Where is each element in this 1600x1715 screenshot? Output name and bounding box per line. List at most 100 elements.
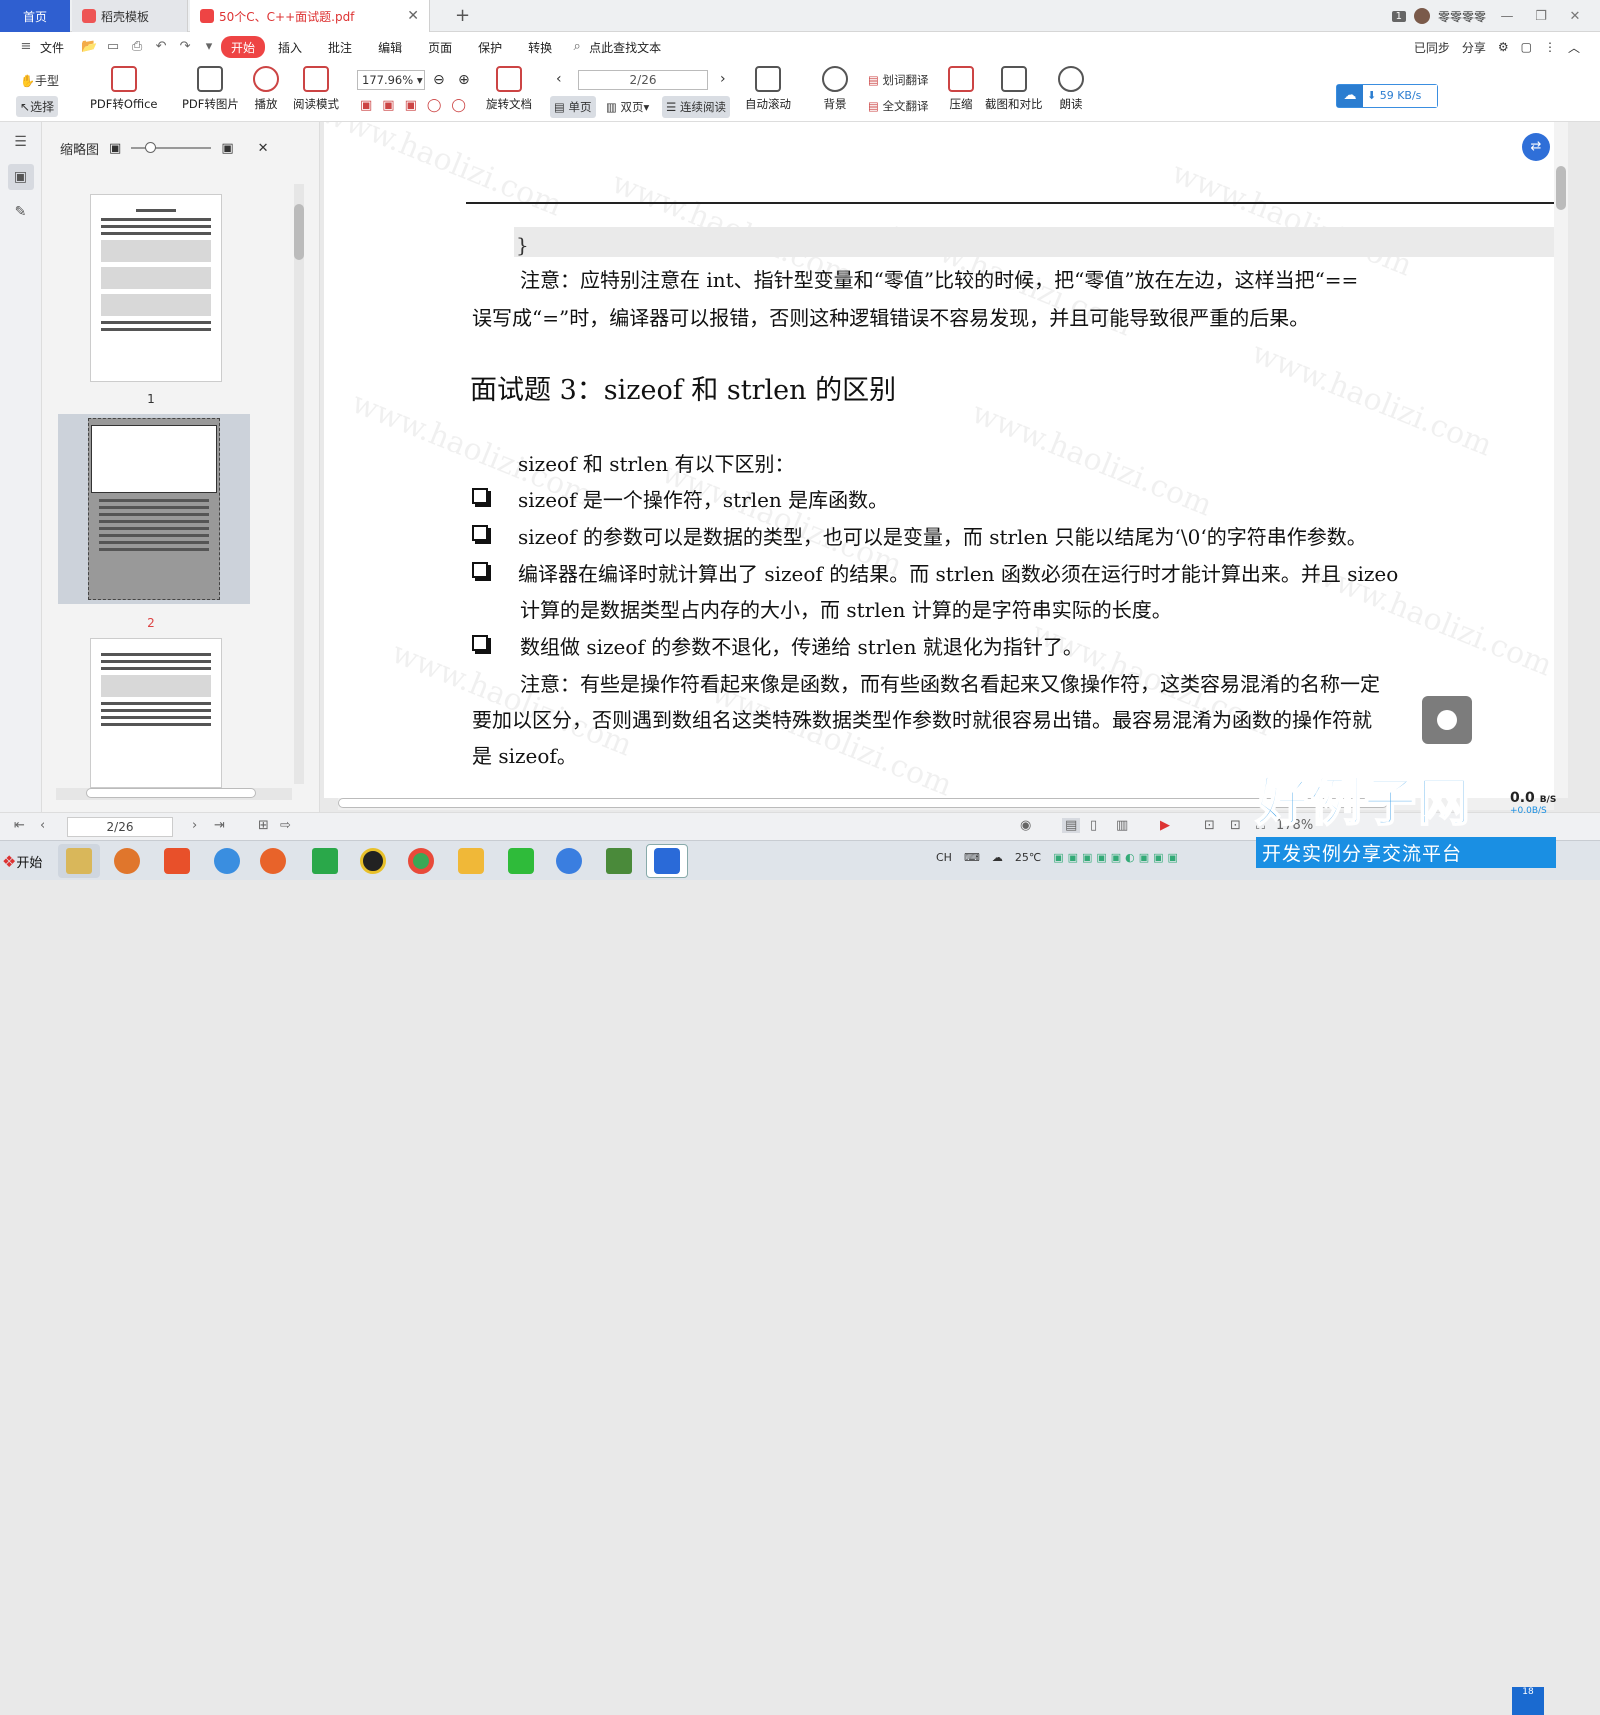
menu-start[interactable]: 开始 bbox=[221, 36, 266, 58]
select-tool[interactable]: ↖选择 bbox=[16, 96, 59, 117]
menu-page[interactable]: 页面 bbox=[415, 36, 465, 58]
tray-app-icons[interactable]: ▣▣▣▣▣◐▣▣▣ bbox=[1053, 851, 1182, 864]
window-count-badge[interactable]: 1 bbox=[1391, 10, 1406, 22]
fit-icons[interactable]: ▣▣▣◯◯ bbox=[360, 98, 476, 113]
start-button[interactable]: ❖ 开始 bbox=[2, 847, 42, 875]
menu-protect[interactable]: 保护 bbox=[465, 36, 515, 58]
app-green[interactable] bbox=[304, 844, 346, 878]
clock[interactable]: 18 bbox=[1512, 1687, 1544, 1715]
page-thumbnail-1[interactable] bbox=[90, 194, 222, 382]
next-page-icon[interactable]: › bbox=[720, 71, 726, 87]
floating-tool-button[interactable] bbox=[1422, 696, 1472, 744]
play-button[interactable]: 播放 bbox=[253, 66, 279, 112]
weather-icon[interactable]: ☁ bbox=[992, 851, 1003, 864]
next-page-icon[interactable]: › bbox=[192, 818, 197, 833]
full-translate-button[interactable]: ▤ 全文翻译 bbox=[868, 98, 929, 114]
menu-annotate[interactable]: 批注 bbox=[315, 36, 365, 58]
collapse-icon[interactable]: ︿ bbox=[1568, 39, 1580, 56]
thumbnail-icon[interactable]: ▣ bbox=[7, 164, 34, 190]
zoom-select[interactable]: 177.96% ▾ bbox=[357, 70, 425, 90]
screenshot-compare-button[interactable]: 截图和对比 bbox=[985, 66, 1043, 112]
menu-file[interactable]: 文件 bbox=[38, 36, 77, 58]
read-mode-button[interactable]: 阅读模式 bbox=[293, 66, 339, 112]
print-icon[interactable]: ⎙ bbox=[129, 39, 145, 55]
add-bookmark-icon[interactable]: ⊞ bbox=[258, 818, 269, 833]
redo-icon[interactable]: ↷ bbox=[177, 39, 193, 55]
page-input[interactable]: 2/26 bbox=[578, 70, 708, 90]
outline-icon[interactable]: ☰ bbox=[8, 129, 34, 155]
small-thumb-icon[interactable]: ▣ bbox=[109, 141, 121, 156]
menu-convert[interactable]: 转换 bbox=[515, 36, 565, 58]
comment-icon[interactable]: ▢ bbox=[1521, 40, 1532, 54]
prev-page-icon[interactable]: ‹ bbox=[40, 818, 45, 833]
baidu-netdisk-app[interactable] bbox=[206, 844, 248, 878]
pdf-to-office-button[interactable]: PDF转Office bbox=[90, 66, 157, 112]
compress-button[interactable]: 压缩 bbox=[948, 66, 974, 112]
annotation-icon[interactable]: ✎ bbox=[8, 199, 34, 225]
double-page-button[interactable]: ▥ 双页 ▾ bbox=[602, 96, 653, 118]
hamburger-icon[interactable]: ≡ bbox=[18, 39, 34, 55]
document-scrollbar[interactable] bbox=[1554, 122, 1568, 798]
tab-template[interactable]: 稻壳模板 bbox=[72, 0, 188, 32]
translate-float-icon[interactable]: ⇄ bbox=[1522, 133, 1550, 161]
app-yellow[interactable] bbox=[352, 844, 394, 878]
temperature[interactable]: 25℃ bbox=[1015, 851, 1041, 864]
search-text-input[interactable]: 点此查找文本 bbox=[589, 36, 674, 58]
close-tab-icon[interactable]: ✕ bbox=[407, 8, 419, 24]
share-button[interactable]: 分享 bbox=[1462, 39, 1486, 56]
close-window-icon[interactable]: ✕ bbox=[1562, 9, 1588, 24]
minimize-icon[interactable]: — bbox=[1494, 9, 1520, 24]
settings-icon[interactable]: ⚙ bbox=[1498, 40, 1509, 54]
file-explorer-app[interactable] bbox=[58, 844, 100, 878]
fit-width-icon[interactable]: ⊡ bbox=[1204, 818, 1215, 833]
page-view-icon[interactable]: ▯ bbox=[1090, 818, 1097, 833]
read-aloud-button[interactable]: 朗读 bbox=[1058, 66, 1084, 112]
single-page-button[interactable]: ▤ 单页 bbox=[550, 96, 596, 118]
language-indicator[interactable]: CH bbox=[936, 851, 952, 864]
undo-icon[interactable]: ↶ bbox=[153, 39, 169, 55]
single-view-icon[interactable]: ▤ bbox=[1062, 818, 1081, 833]
hand-tool[interactable]: ✋手型 bbox=[20, 72, 59, 89]
dropdown-icon[interactable]: ▾ bbox=[201, 39, 217, 55]
double-view-icon[interactable]: ▥ bbox=[1116, 818, 1128, 833]
more-icon[interactable]: ⋮ bbox=[1544, 40, 1556, 54]
auto-scroll-button[interactable]: 自动滚动 bbox=[745, 66, 791, 112]
tab-home[interactable]: 首页 bbox=[0, 0, 70, 32]
app-colorful[interactable] bbox=[450, 844, 492, 878]
thumbnail-size-slider[interactable] bbox=[131, 142, 212, 153]
export-icon[interactable]: ⇨ bbox=[280, 818, 291, 833]
page-thumbnail-2-selected[interactable] bbox=[58, 414, 250, 604]
page-thumbnail-3[interactable] bbox=[90, 638, 222, 788]
prev-page-icon[interactable]: ‹ bbox=[556, 71, 562, 87]
word-translate-button[interactable]: ▤ 划词翻译 bbox=[868, 72, 929, 88]
save-icon[interactable]: ▭ bbox=[105, 39, 121, 55]
last-page-icon[interactable]: ⇥ bbox=[214, 818, 225, 833]
network-speed-widget[interactable]: ☁ ⬇ 59 KB/s bbox=[1336, 84, 1438, 108]
menu-edit[interactable]: 编辑 bbox=[365, 36, 415, 58]
tab-pdf-document[interactable]: 50个C、C++面试题.pdf ✕ bbox=[190, 0, 430, 32]
thumbnail-hscrollbar[interactable] bbox=[56, 788, 292, 800]
rotate-button[interactable]: 旋转文档 bbox=[486, 66, 532, 112]
search-icon[interactable]: ⌕ bbox=[569, 39, 585, 55]
iqiyi-app[interactable] bbox=[500, 844, 542, 878]
app-orange[interactable] bbox=[106, 844, 148, 878]
pdf-to-image-button[interactable]: PDF转图片 bbox=[182, 66, 239, 112]
open-icon[interactable]: 📂 bbox=[81, 39, 97, 55]
thumbnail-scrollbar[interactable] bbox=[294, 184, 304, 784]
app-board[interactable] bbox=[598, 844, 640, 878]
firefox-app[interactable] bbox=[252, 844, 294, 878]
continuous-read-button[interactable]: ☰ 连续阅读 bbox=[662, 96, 730, 118]
new-tab-button[interactable]: + bbox=[455, 5, 470, 26]
sync-status[interactable]: 已同步 bbox=[1414, 39, 1450, 56]
zoom-in-icon[interactable]: ⊕ bbox=[458, 72, 470, 88]
avatar[interactable] bbox=[1413, 8, 1430, 24]
app-red[interactable] bbox=[156, 844, 198, 878]
status-page-input[interactable]: 2/26 bbox=[67, 817, 173, 837]
close-panel-icon[interactable]: ✕ bbox=[258, 141, 269, 156]
restore-icon[interactable]: ❐ bbox=[1528, 9, 1554, 24]
background-button[interactable]: 背景 bbox=[822, 66, 848, 112]
app-bird[interactable] bbox=[548, 844, 590, 878]
fit-page-icon[interactable]: ⊡ bbox=[1230, 818, 1241, 833]
zoom-out-icon[interactable]: ⊖ bbox=[433, 72, 445, 88]
keyboard-icon[interactable]: ⌨ bbox=[964, 851, 980, 864]
